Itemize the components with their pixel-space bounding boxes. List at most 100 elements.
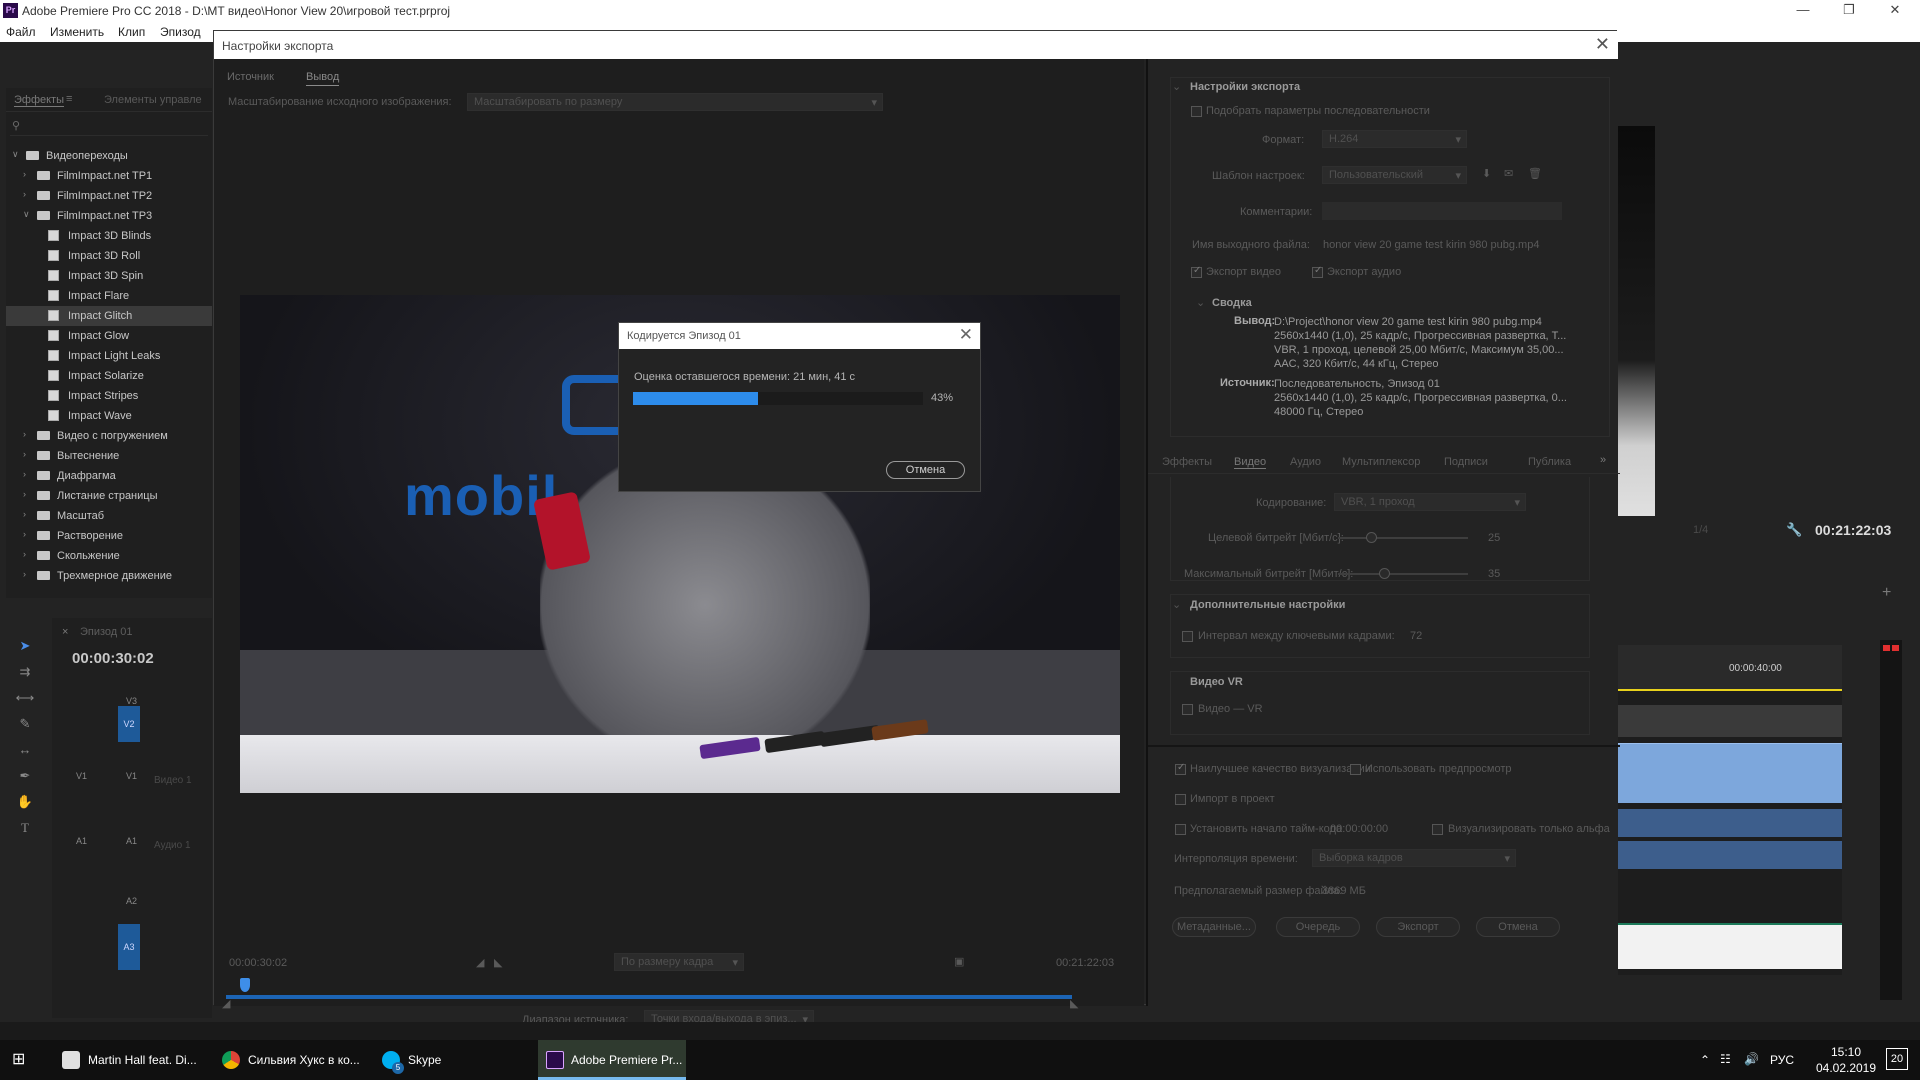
razor-tool-icon[interactable]: ✎ <box>14 716 36 738</box>
target-bitrate-slider-track[interactable] <box>1338 537 1468 539</box>
keyframe-checkbox[interactable] <box>1182 631 1193 642</box>
close-icon[interactable]: ✕ <box>1595 34 1610 55</box>
network-icon[interactable]: ☷ <box>1720 1052 1731 1066</box>
time-interp-dropdown[interactable]: Выборка кадров <box>1312 849 1516 867</box>
taskbar-item-music[interactable]: Martin Hall feat. Di... <box>52 1040 206 1080</box>
tab-multiplexer[interactable]: Мультиплексор <box>1342 456 1420 468</box>
tab-video[interactable]: Видео <box>1234 456 1267 469</box>
use-previews-checkbox[interactable] <box>1350 764 1361 775</box>
comments-input[interactable] <box>1322 202 1562 220</box>
scale-dropdown[interactable]: Масштабировать по размеру <box>467 93 883 111</box>
source-patch-a1[interactable]: A1 <box>76 836 87 846</box>
chevron-right-icon[interactable]: › <box>23 569 33 579</box>
set-timecode-checkbox[interactable] <box>1175 824 1186 835</box>
summary-collapse-icon[interactable]: ⌄ <box>1196 296 1205 309</box>
metadata-button[interactable]: Метаданные... <box>1172 917 1256 937</box>
effect-folder[interactable]: › Видео с погружением <box>6 426 212 446</box>
chevron-right-icon[interactable]: › <box>23 489 33 499</box>
menu-clip[interactable]: Клип <box>118 25 145 39</box>
video-clip[interactable] <box>1617 743 1842 803</box>
source-timecode-out[interactable]: 00:21:22:03 <box>1056 957 1114 969</box>
track-target-a3[interactable]: A3 <box>118 924 140 970</box>
chevron-right-icon[interactable]: › <box>23 469 33 479</box>
save-preset-icon[interactable]: ⬇ <box>1482 167 1491 180</box>
encoding-dropdown[interactable]: VBR, 1 проход <box>1334 493 1526 511</box>
close-icon[interactable]: ✕ <box>959 325 973 345</box>
import-preset-icon[interactable]: ✉ <box>1504 167 1513 180</box>
effect-folder[interactable]: › Скольжение <box>6 546 212 566</box>
aspect-correct-icon[interactable]: ▣ <box>954 955 964 968</box>
chevron-right-icon[interactable]: › <box>23 529 33 539</box>
target-bitrate-slider-thumb[interactable] <box>1365 532 1377 543</box>
range-out-handle[interactable]: ◣ <box>1070 997 1078 1010</box>
clock-time[interactable]: 15:10 <box>1816 1045 1876 1059</box>
effect-folder[interactable]: › FilmImpact.net TP2 <box>6 186 212 206</box>
target-bitrate-value[interactable]: 25 <box>1488 532 1500 544</box>
chevron-right-icon[interactable]: › <box>23 429 33 439</box>
clock-date[interactable]: 04.02.2019 <box>1812 1061 1880 1075</box>
language-indicator[interactable]: РУС <box>1770 1053 1794 1067</box>
menu-file[interactable]: Файл <box>6 25 36 39</box>
effect-item[interactable]: Impact Flare <box>6 286 212 306</box>
chevron-right-icon[interactable]: › <box>23 169 33 179</box>
selection-tool-icon[interactable]: ➤ <box>14 638 36 660</box>
cancel-button[interactable]: Отмена <box>1476 917 1560 937</box>
effect-item[interactable]: Impact Solarize <box>6 366 212 386</box>
maximize-button[interactable]: ❐ <box>1834 2 1864 20</box>
chevron-down-icon[interactable]: ∨ <box>23 209 33 220</box>
pen-tool-icon[interactable]: ✒ <box>14 768 36 790</box>
taskbar-item-skype[interactable]: 5 Skype <box>372 1040 526 1080</box>
range-in-handle[interactable]: ◢ <box>222 997 230 1010</box>
chevron-right-icon[interactable]: › <box>23 509 33 519</box>
effect-folder[interactable]: ∨ Видеопереходы <box>6 146 212 166</box>
effect-item[interactable]: Impact Wave <box>6 406 212 426</box>
effect-folder[interactable]: › Листание страницы <box>6 486 212 506</box>
audio-clip-a3[interactable] <box>1617 923 1842 969</box>
add-button-icon[interactable]: + <box>1882 584 1891 602</box>
track-target-v2[interactable]: V2 <box>118 706 140 742</box>
effect-folder[interactable]: › Трехмерное движение <box>6 566 212 586</box>
audio-clip-a1-right[interactable] <box>1617 841 1842 869</box>
tab-effects[interactable]: Эффекты <box>14 94 65 107</box>
ripple-edit-tool-icon[interactable]: ⟷ <box>14 690 36 712</box>
export-audio-checkbox[interactable] <box>1312 265 1323 278</box>
timecode-start-value[interactable]: 00:00:00:00 <box>1330 823 1388 835</box>
tab-effects[interactable]: Эффекты <box>1162 456 1212 468</box>
work-area-bar[interactable] <box>1617 689 1842 691</box>
more-tabs-icon[interactable]: » <box>1600 454 1606 466</box>
cancel-encoding-button[interactable]: Отмена <box>886 461 965 479</box>
minimize-button[interactable]: — <box>1788 2 1818 20</box>
chevron-right-icon[interactable]: › <box>23 449 33 459</box>
output-name-link[interactable]: honor view 20 game test kirin 980 pubg.m… <box>1323 239 1539 251</box>
wrench-icon[interactable]: 🔧 <box>1786 522 1802 538</box>
best-quality-checkbox[interactable] <box>1175 762 1186 775</box>
effect-folder[interactable]: › Диафрагма <box>6 466 212 486</box>
menu-sequence[interactable]: Эпизод <box>160 25 201 39</box>
vr-checkbox[interactable] <box>1182 704 1193 715</box>
sequence-tab[interactable]: Эпизод 01 <box>80 626 133 638</box>
hand-tool-icon[interactable]: ✋ <box>14 794 36 816</box>
tab-source[interactable]: Источник <box>227 71 274 83</box>
max-bitrate-slider-thumb[interactable] <box>1378 568 1390 579</box>
playhead-handle[interactable] <box>240 978 250 992</box>
close-window-button[interactable]: ✕ <box>1880 2 1910 20</box>
track-select-tool-icon[interactable]: ⇉ <box>14 664 36 686</box>
program-timecode[interactable]: 00:21:22:03 <box>1815 522 1891 538</box>
tab-publish[interactable]: Публика <box>1528 456 1571 468</box>
effect-item[interactable]: Impact Light Leaks <box>6 346 212 366</box>
tab-audio[interactable]: Аудио <box>1290 456 1321 468</box>
panel-menu-icon[interactable]: ≡ <box>66 93 72 105</box>
effect-item[interactable]: Impact Glitch <box>6 306 212 326</box>
source-range-bar[interactable] <box>226 995 1072 999</box>
tab-captions[interactable]: Подписи <box>1444 456 1488 468</box>
type-tool-icon[interactable]: T <box>14 820 36 842</box>
chevron-right-icon[interactable]: › <box>23 189 33 199</box>
close-tab-icon[interactable]: × <box>62 626 68 638</box>
source-timecode-in[interactable]: 00:00:30:02 <box>229 957 287 969</box>
slip-tool-icon[interactable]: ↔ <box>14 742 36 764</box>
keyframe-value[interactable]: 72 <box>1410 630 1422 642</box>
tab-effect-controls[interactable]: Элементы управле <box>104 94 202 106</box>
volume-icon[interactable]: 🔊 <box>1744 1052 1759 1066</box>
tab-output[interactable]: Вывод <box>306 71 340 86</box>
max-bitrate-value[interactable]: 35 <box>1488 568 1500 580</box>
